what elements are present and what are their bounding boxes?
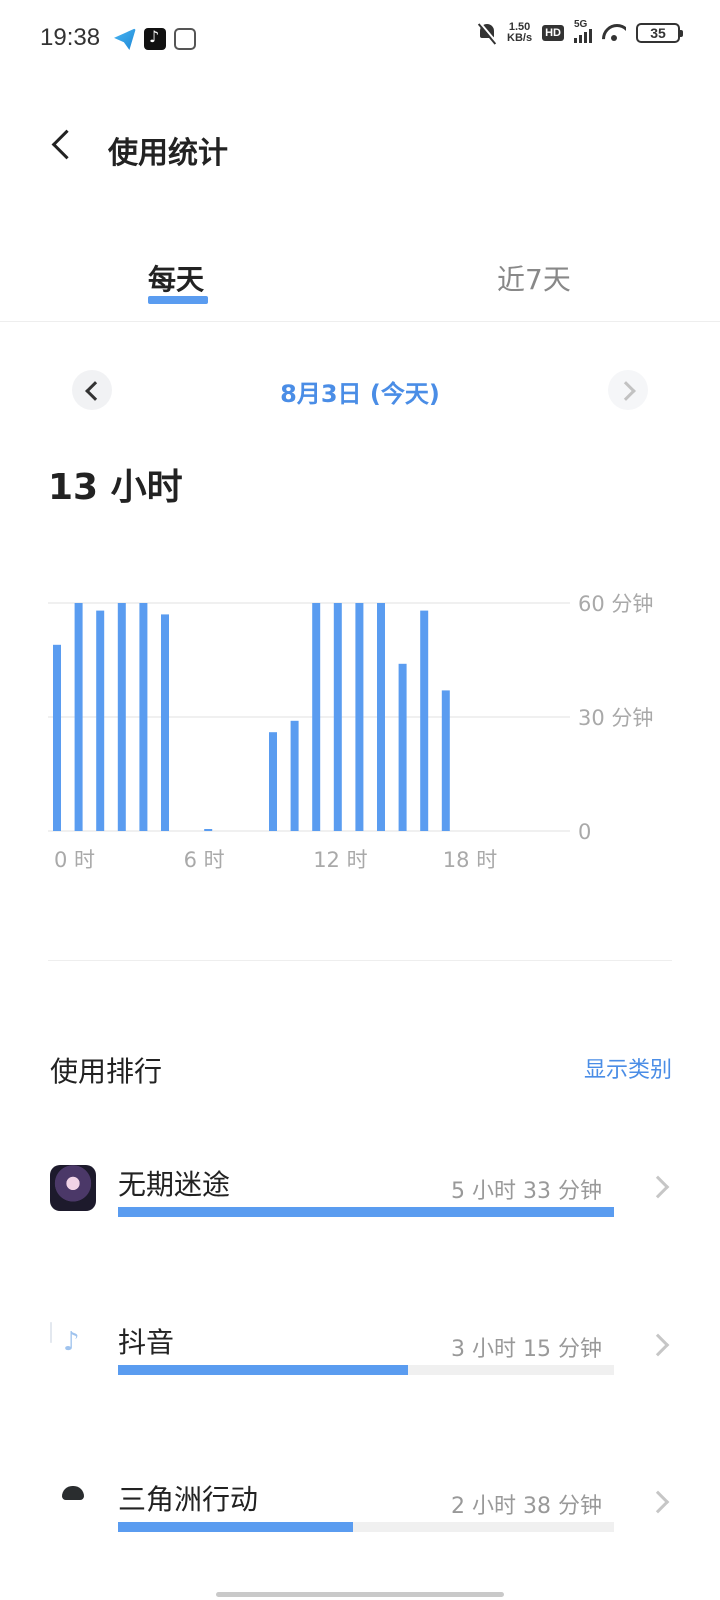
chart-bar: [333, 603, 342, 831]
status-time: 19:38: [40, 24, 101, 51]
notification-icons: [114, 27, 196, 50]
battery-icon: 35: [636, 23, 683, 43]
next-day-button[interactable]: [608, 370, 648, 410]
app-name: 三角洲行动: [118, 1483, 259, 1516]
hd-badge: HD: [542, 25, 564, 41]
x-tick-label: 12 时: [313, 848, 367, 872]
usage-bar-fill: [118, 1522, 354, 1532]
chart-bar: [269, 732, 277, 831]
status-indicators: 1.50 KB/s HD 5G 35: [477, 19, 683, 44]
chart-bar: [117, 603, 126, 831]
signal-bar: [579, 35, 582, 43]
chart-bar: [290, 720, 299, 831]
x-tick-label: 0 时: [54, 848, 95, 872]
chart-bar: [139, 603, 148, 831]
usage-bar-fill: [118, 1207, 614, 1217]
show-category-link[interactable]: 显示类别: [584, 1052, 672, 1084]
back-arrow-icon[interactable]: [48, 130, 74, 156]
app-usage-row[interactable]: 抖音 3 小时 15 分钟: [0, 1322, 720, 1413]
network-speed: 1.50 KB/s: [507, 22, 532, 44]
cellular-signal-icon: 5G: [574, 19, 592, 43]
period-tabs: 每天 近7天: [0, 250, 720, 322]
app-duration: 5 小时 33 分钟: [451, 1179, 602, 1204]
chart-bar: [398, 663, 407, 831]
network-type: 5G: [574, 19, 588, 30]
chevron-right-icon: [646, 1175, 670, 1199]
chart-bar: [312, 603, 321, 831]
y-tick-label: 30 分钟: [578, 706, 653, 730]
ranking-title: 使用排行: [50, 1055, 163, 1088]
total-usage-time: 13 小时: [48, 467, 183, 508]
tab-last-7-days[interactable]: 近7天: [497, 258, 571, 298]
network-speed-unit: KB/s: [507, 32, 533, 44]
x-tick-label: 18 时: [443, 848, 497, 872]
telegram-icon: [114, 28, 136, 50]
y-tick-label: 0: [578, 820, 591, 844]
app-name: 抖音: [118, 1326, 175, 1359]
douyin-app-icon: [50, 1322, 52, 1343]
app-name: 无期迷途: [118, 1168, 231, 1201]
home-indicator[interactable]: [216, 1592, 504, 1597]
signal-bar: [574, 38, 577, 43]
mute-bell-icon: [477, 22, 497, 44]
wuqi-app-icon: [50, 1165, 96, 1211]
chevron-right-icon: [646, 1333, 670, 1357]
card-icon: [174, 28, 196, 50]
chart-bar: [441, 690, 450, 831]
y-tick-label: 60 分钟: [578, 592, 653, 616]
app-header: 使用统计: [0, 110, 720, 180]
app-usage-row[interactable]: 三角洲行动 2 小时 38 分钟: [0, 1480, 720, 1570]
chart-bar: [96, 610, 105, 831]
chart-bar: [420, 610, 429, 831]
usage-bar-track: [118, 1522, 614, 1532]
usage-bar-track: [118, 1365, 614, 1375]
app-duration: 3 小时 15 分钟: [451, 1337, 602, 1362]
page-title: 使用统计: [108, 136, 228, 171]
chart-bar: [74, 603, 83, 831]
chart-bar: [53, 644, 61, 831]
hourly-usage-chart: 60 分钟 30 分钟 0 0 时 6 时 12 时 18 时: [0, 580, 720, 900]
chart-bar: [204, 829, 213, 831]
status-bar: 19:38 1.50 KB/s HD 5G 35: [0, 0, 720, 80]
app-usage-row[interactable]: 无期迷途 5 小时 33 分钟: [0, 1165, 720, 1255]
divider: [48, 960, 672, 961]
chart-bar: [161, 614, 169, 831]
chart-svg: 60 分钟 30 分钟 0 0 时 6 时 12 时 18 时: [48, 592, 653, 872]
chart-bar: [355, 603, 364, 831]
wifi-icon: [602, 24, 626, 42]
usage-bar-track: [118, 1207, 614, 1217]
signal-bar: [589, 29, 592, 43]
usage-bar-fill: [118, 1365, 409, 1375]
tab-daily[interactable]: 每天: [148, 258, 204, 298]
chevron-right-icon: [646, 1490, 670, 1514]
app-duration: 2 小时 38 分钟: [451, 1494, 602, 1519]
tab-active-indicator: [148, 296, 208, 304]
x-tick-label: 6 时: [184, 848, 225, 872]
chart-bar: [377, 603, 385, 831]
tiktok-icon: [144, 27, 166, 50]
signal-bar: [584, 32, 587, 43]
date-navigator: 8月3日 (今天): [0, 370, 720, 416]
